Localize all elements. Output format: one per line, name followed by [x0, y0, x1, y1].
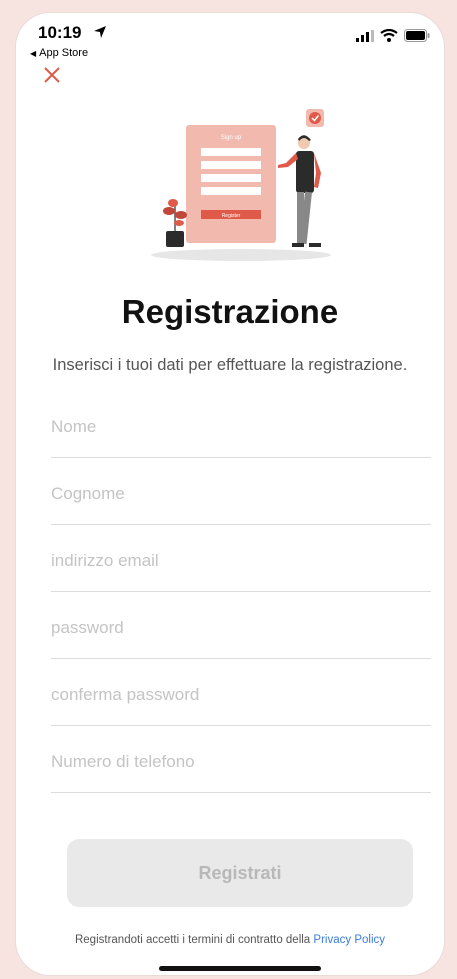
first-name-field: [51, 391, 431, 458]
password-input[interactable]: [51, 618, 431, 638]
illustration-register: Register: [222, 213, 241, 219]
close-icon[interactable]: [42, 65, 62, 85]
signal-icon: [356, 29, 374, 42]
phone-field: [51, 726, 431, 793]
home-indicator: [159, 966, 321, 971]
back-app-label: App Store: [39, 47, 89, 59]
illustration-form-header: Sign up: [221, 135, 242, 141]
password-field: [51, 592, 431, 659]
location-arrow-icon: [94, 26, 106, 38]
email-input[interactable]: [51, 551, 431, 571]
last-name-field: [51, 458, 431, 525]
confirm-password-input[interactable]: [51, 685, 431, 705]
phone-input[interactable]: [51, 752, 431, 772]
status-time: 10:19: [38, 23, 82, 42]
first-name-input[interactable]: [51, 417, 431, 437]
email-field: [51, 525, 431, 592]
signup-illustration: Sign up Register: [151, 109, 331, 261]
privacy-policy-link[interactable]: Privacy Policy: [313, 934, 385, 946]
last-name-input[interactable]: [51, 484, 431, 504]
terms-notice: Registrandoti accetti i termini di contr…: [16, 934, 444, 946]
confirm-password-field: [51, 659, 431, 726]
page-title: Registrazione: [121, 293, 339, 330]
back-to-app-link[interactable]: ◀ App Store: [30, 47, 88, 59]
phone-screen: 10:19 ◀ App Store Sign up Register Regis…: [16, 13, 444, 975]
terms-text: Registrandoti accetti i termini di contr…: [74, 934, 311, 946]
back-triangle-icon: ◀: [30, 48, 37, 58]
register-button[interactable]: Registrati: [67, 839, 413, 907]
battery-icon: [404, 29, 430, 42]
status-bar: 10:19 ◀ App Store: [16, 13, 444, 73]
system-icons: [356, 29, 430, 42]
wifi-icon: [380, 29, 398, 42]
page-subtitle: Inserisci i tuoi dati per effettuare la …: [52, 356, 408, 374]
